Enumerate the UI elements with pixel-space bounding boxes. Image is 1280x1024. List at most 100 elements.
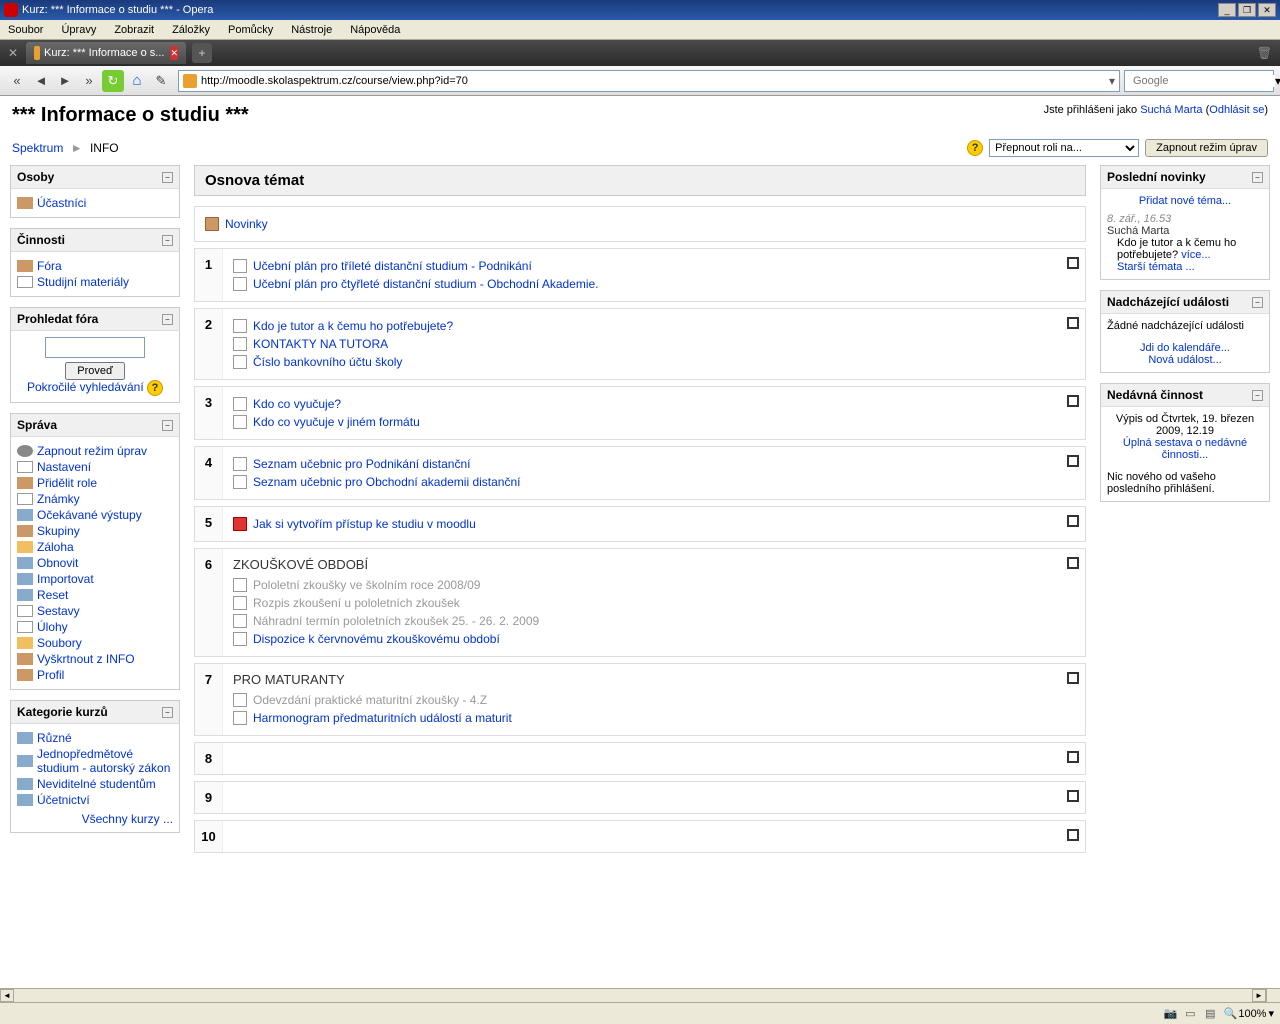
role-select[interactable]: Přepnout roli na... [989,139,1139,157]
menu-help[interactable]: Nápověda [350,24,400,36]
search-input[interactable] [1133,75,1275,87]
search-bar[interactable]: ▾ [1124,70,1274,92]
resource-link[interactable]: KONTAKTY NA TUTORA [253,337,388,351]
minimize-button[interactable]: _ [1218,3,1236,17]
user-link[interactable]: Suchá Marta [1140,104,1202,116]
edit-mode-button[interactable]: Zapnout režim úprav [1145,139,1268,157]
resource-link[interactable]: Učební plán pro tříleté distanční studiu… [253,259,532,273]
collapse-icon[interactable]: – [1252,172,1263,183]
scroll-right-button[interactable]: ► [1252,989,1266,1002]
help-icon[interactable]: ? [967,140,983,156]
older-topics-link[interactable]: Starší témata ... [1117,261,1195,273]
admin-link[interactable]: Záloha [37,540,74,554]
breadcrumb-root[interactable]: Spektrum [12,141,63,155]
advanced-search-link[interactable]: Pokročilé vyhledávání [27,380,144,394]
collapse-icon[interactable]: – [162,707,173,718]
admin-link[interactable]: Úlohy [37,620,68,634]
admin-link[interactable]: Skupiny [37,524,80,538]
menu-view[interactable]: Zobrazit [114,24,154,36]
scroll-left-button[interactable]: ◄ [0,989,14,1002]
admin-link[interactable]: Obnovit [37,556,78,570]
topic-checkbox-icon[interactable] [1067,317,1079,329]
admin-link[interactable]: Sestavy [37,604,80,618]
home-button[interactable]: ⌂ [126,70,148,92]
search-dropdown-icon[interactable]: ▾ [1275,74,1280,88]
camera-icon[interactable]: 📷 [1162,1006,1178,1022]
full-report-link[interactable]: Úplná sestava o nedávné činnosti... [1123,437,1247,461]
view2-icon[interactable]: ▤ [1202,1006,1218,1022]
horizontal-scrollbar[interactable]: ◄ ► [0,988,1280,1002]
resource-link[interactable]: Kdo co vyučuje v jiném formátu [253,415,420,429]
menu-edit[interactable]: Úpravy [61,24,96,36]
zoom-icon[interactable]: 🔍 [1222,1006,1238,1022]
forum-search-input[interactable] [45,337,145,358]
topic-checkbox-icon[interactable] [1067,790,1079,802]
back-button[interactable]: ◄ [30,70,52,92]
resource-link[interactable]: Jak si vytvořím přístup ke studiu v mood… [253,517,476,531]
admin-link[interactable]: Přidělit role [37,476,97,490]
collapse-icon[interactable]: – [162,314,173,325]
resource-link[interactable]: Novinky [225,217,268,231]
menu-tools[interactable]: Nástroje [291,24,332,36]
menu-widgets[interactable]: Pomůcky [228,24,273,36]
wand-icon[interactable]: ✎ [150,70,172,92]
admin-link[interactable]: Zapnout režim úprav [37,444,147,458]
topic-checkbox-icon[interactable] [1067,515,1079,527]
topic-checkbox-icon[interactable] [1067,829,1079,841]
participants-link[interactable]: Účastníci [37,196,86,210]
logout-link[interactable]: Odhlásit se [1209,104,1264,116]
resource-link[interactable]: Seznam učebnic pro Podnikání distanční [253,457,470,471]
category-link[interactable]: Účetnictví [37,793,90,807]
resource-link[interactable]: Dispozice k červnovému zkouškovému obdob… [253,632,500,646]
forums-link[interactable]: Fóra [37,259,62,273]
admin-link[interactable]: Nastavení [37,460,91,474]
forum-search-button[interactable]: Proveď [65,362,125,380]
collapse-icon[interactable]: – [162,420,173,431]
new-tab-button[interactable]: + [192,43,212,63]
topic-checkbox-icon[interactable] [1067,557,1079,569]
admin-link[interactable]: Vyškrtnout z INFO [37,652,135,666]
tab-close-icon[interactable]: ✕ [170,46,178,60]
admin-link[interactable]: Reset [37,588,68,602]
tab-active[interactable]: Kurz: *** Informace o s... ✕ [26,42,186,64]
collapse-icon[interactable]: – [1252,297,1263,308]
address-bar[interactable]: ▾ [178,70,1120,92]
topic-checkbox-icon[interactable] [1067,455,1079,467]
collapse-icon[interactable]: – [162,235,173,246]
resource-link[interactable]: Číslo bankovního účtu školy [253,355,402,369]
category-link[interactable]: Neviditelné studentům [37,777,156,791]
collapse-icon[interactable]: – [162,172,173,183]
admin-link[interactable]: Profil [37,668,64,682]
admin-link[interactable]: Soubory [37,636,82,650]
new-event-link[interactable]: Nová událost... [1148,354,1221,366]
help-icon[interactable]: ? [147,380,163,396]
closed-tabs-trash-icon[interactable]: 🗑 [1257,46,1272,60]
address-dropdown-icon[interactable]: ▾ [1109,74,1115,88]
topic-checkbox-icon[interactable] [1067,751,1079,763]
maximize-button[interactable]: ❐ [1238,3,1256,17]
resources-link[interactable]: Studijní materiály [37,275,129,289]
menu-file[interactable]: Soubor [8,24,43,36]
reload-button[interactable]: ↻ [102,70,124,92]
panels-icon[interactable]: ✕ [4,44,22,62]
rewind-button[interactable]: « [6,70,28,92]
admin-link[interactable]: Známky [37,492,80,506]
collapse-icon[interactable]: – [1252,390,1263,401]
topic-checkbox-icon[interactable] [1067,395,1079,407]
close-button[interactable]: ✕ [1258,3,1276,17]
category-link[interactable]: Jednopředmětové studium - autorský zákon [37,747,173,775]
topic-checkbox-icon[interactable] [1067,257,1079,269]
address-input[interactable] [201,75,1109,87]
admin-link[interactable]: Importovat [37,572,94,586]
resource-link[interactable]: Harmonogram předmaturitních událostí a m… [253,711,512,725]
all-courses-link[interactable]: Všechny kurzy ... [82,812,173,826]
view-icon[interactable]: ▭ [1182,1006,1198,1022]
resource-link[interactable]: Seznam učebnic pro Obchodní akademii dis… [253,475,521,489]
topic-checkbox-icon[interactable] [1067,672,1079,684]
category-link[interactable]: Různé [37,731,72,745]
add-topic-link[interactable]: Přidat nové téma... [1139,195,1231,207]
resource-link[interactable]: Kdo co vyučuje? [253,397,341,411]
menu-bookmarks[interactable]: Záložky [172,24,210,36]
forward-button[interactable]: ► [54,70,76,92]
admin-link[interactable]: Očekávané výstupy [37,508,142,522]
